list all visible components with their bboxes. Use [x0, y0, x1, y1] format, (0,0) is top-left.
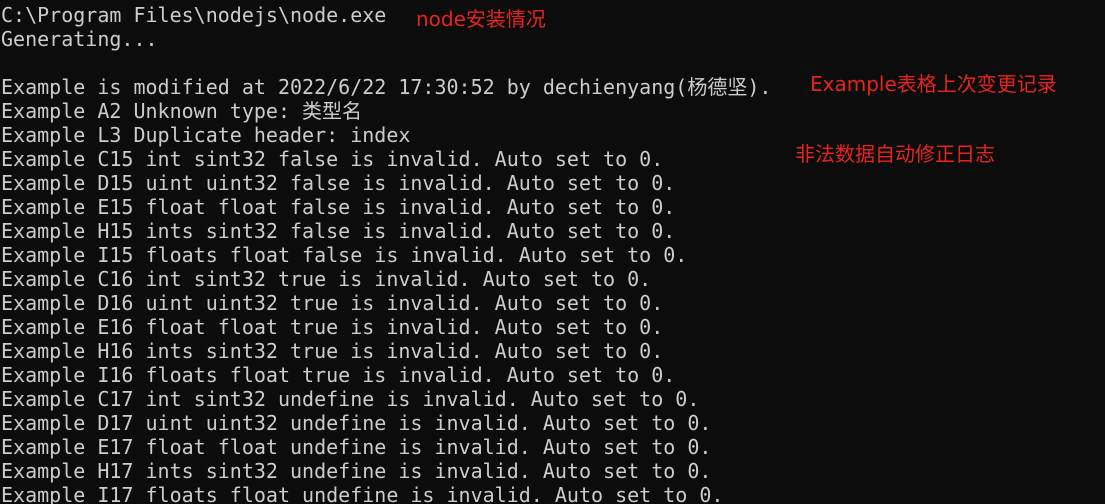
- terminal-line: Example H15 ints sint32 false is invalid…: [1, 219, 676, 243]
- terminal-line: Example D17 uint uint32 undefine is inva…: [1, 411, 712, 435]
- terminal-line: Example is modified at 2022/6/22 17:30:5…: [1, 75, 772, 99]
- terminal-window[interactable]: C:\Program Files\nodejs\node.exe Generat…: [0, 0, 1105, 504]
- terminal-output: C:\Program Files\nodejs\node.exe Generat…: [1, 3, 771, 504]
- terminal-line: Example C15 int sint32 false is invalid.…: [1, 147, 664, 171]
- terminal-line: Example C16 int sint32 true is invalid. …: [1, 267, 652, 291]
- terminal-line: Example D15 uint uint32 false is invalid…: [1, 171, 676, 195]
- terminal-line: Example I15 floats float false is invali…: [1, 243, 688, 267]
- terminal-line: Generating...: [1, 27, 158, 51]
- terminal-line: Example E16 float float true is invalid.…: [1, 315, 664, 339]
- terminal-line: Example C17 int sint32 undefine is inval…: [1, 387, 700, 411]
- terminal-line: Example H16 ints sint32 true is invalid.…: [1, 339, 664, 363]
- terminal-line: Example D16 uint uint32 true is invalid.…: [1, 291, 664, 315]
- terminal-line: Example L3 Duplicate header: index: [1, 123, 411, 147]
- annotation-example-change: Example表格上次变更记录: [810, 72, 1057, 96]
- terminal-line: Example A2 Unknown type: 类型名: [1, 99, 363, 123]
- terminal-line: Example H17 ints sint32 undefine is inva…: [1, 459, 712, 483]
- annotation-node-install: node安装情况: [416, 7, 546, 31]
- annotation-auto-fix-log: 非法数据自动修正日志: [795, 142, 995, 166]
- terminal-line: Example I17 floats float undefine is inv…: [1, 483, 724, 504]
- terminal-line: C:\Program Files\nodejs\node.exe: [1, 3, 387, 27]
- terminal-line: Example I16 floats float true is invalid…: [1, 363, 676, 387]
- terminal-line: Example E17 float float undefine is inva…: [1, 435, 712, 459]
- terminal-line: Example E15 float float false is invalid…: [1, 195, 676, 219]
